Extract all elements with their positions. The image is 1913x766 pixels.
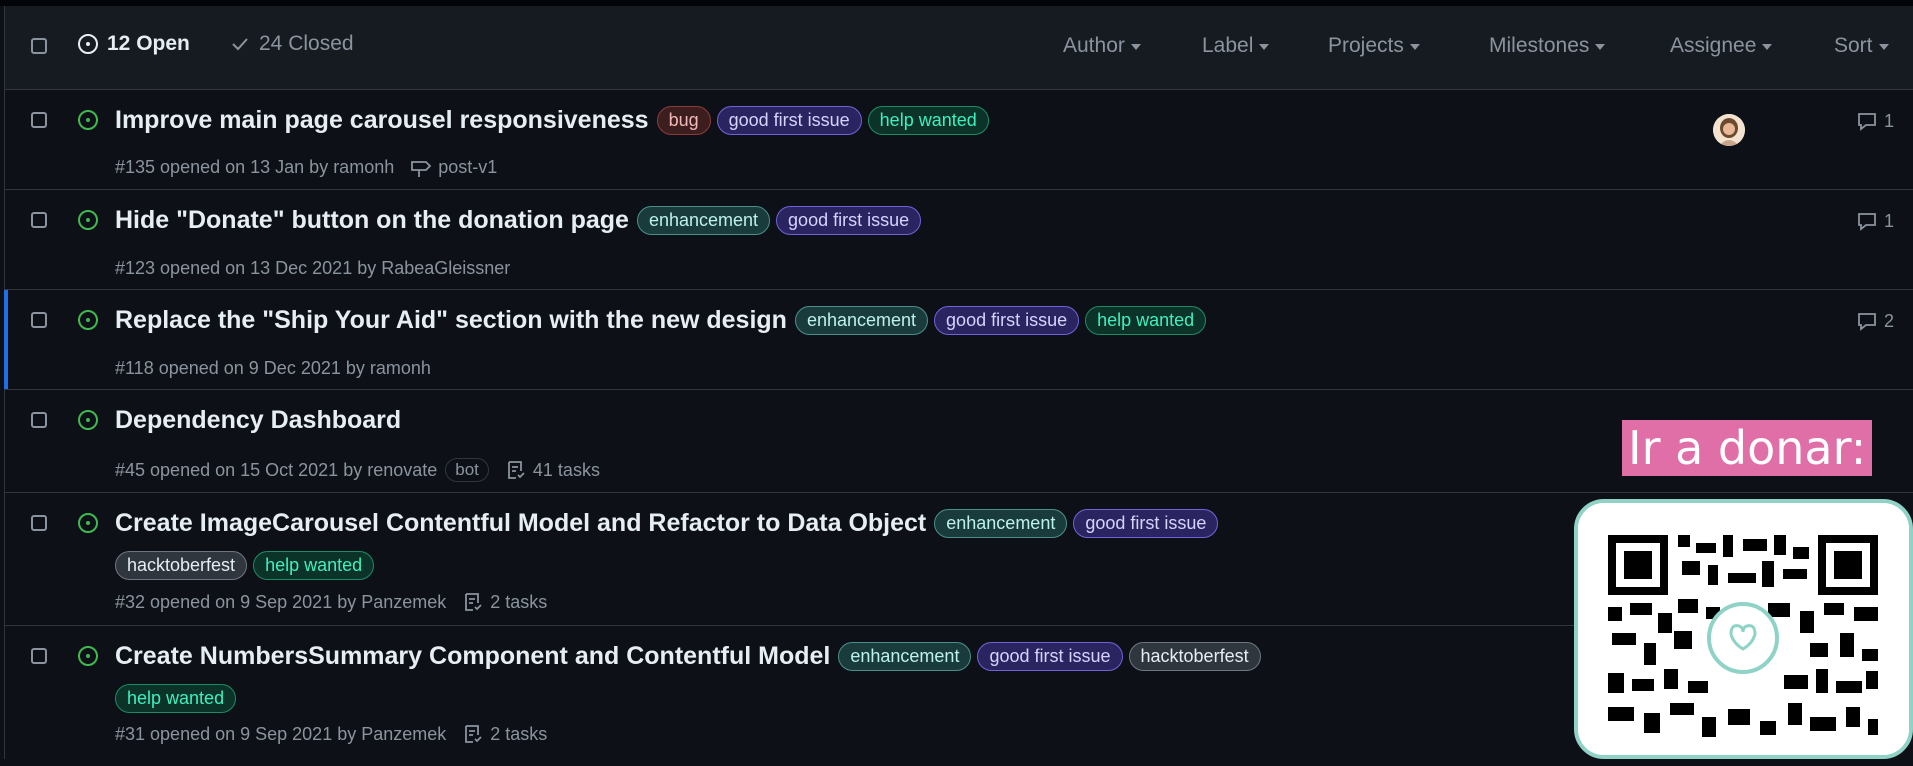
- label-filter[interactable]: Label: [1202, 34, 1270, 58]
- label-hacktoberfest[interactable]: hacktoberfest: [1128, 642, 1261, 671]
- label-enhancement[interactable]: enhancement: [838, 642, 972, 671]
- projects-filter[interactable]: Projects: [1328, 34, 1420, 58]
- avatar-image: [1713, 114, 1745, 146]
- issue-title-link[interactable]: Replace the "Ship Your Aid" section with…: [115, 306, 787, 335]
- qr-code-image: [1578, 503, 1909, 755]
- label-enhancement[interactable]: enhancement: [934, 509, 1068, 538]
- tasklist-icon: [508, 461, 525, 479]
- caret-down-icon: [1259, 44, 1270, 50]
- assignee-filter-label: Assignee: [1670, 34, 1757, 57]
- issue-checkbox[interactable]: [31, 648, 47, 664]
- tasks-label: 41 tasks: [532, 459, 600, 480]
- milestone-label: post-v1: [438, 157, 498, 177]
- comment-icon: [1858, 313, 1876, 331]
- closed-issues-tab[interactable]: 24 Closed: [229, 32, 354, 56]
- label-hacktoberfest[interactable]: hacktoberfest: [115, 551, 248, 580]
- issue-row[interactable]: Replace the "Ship Your Aid" section with…: [4, 290, 1913, 390]
- sort-filter-label: Sort: [1834, 34, 1873, 57]
- comment-count: 1: [1883, 210, 1894, 231]
- author-filter-label: Author: [1063, 34, 1125, 57]
- caret-down-icon: [1878, 44, 1889, 50]
- comment-icon: [1858, 213, 1876, 231]
- label-good-first-issue[interactable]: good first issue: [1073, 509, 1219, 538]
- issue-meta: #45 opened on 15 Oct 2021 by renovate: [115, 459, 438, 480]
- caret-down-icon: [1762, 44, 1773, 50]
- milestone-icon: [411, 160, 432, 177]
- label-help-wanted[interactable]: help wanted: [115, 684, 237, 713]
- issue-meta: #31 opened on 9 Sep 2021 by Panzemek: [115, 723, 447, 744]
- tasks-label: 2 tasks: [490, 723, 548, 744]
- issue-row[interactable]: Improve main page carousel responsivenes…: [5, 90, 1913, 190]
- tasks-indicator: 41 tasks: [505, 459, 600, 481]
- issue-meta: #32 opened on 9 Sep 2021 by Panzemek: [115, 591, 447, 612]
- issue-open-icon: [78, 110, 98, 130]
- issue-open-icon: [78, 210, 98, 230]
- tasks-indicator: 2 tasks: [462, 591, 547, 613]
- label-good-first-issue[interactable]: good first issue: [977, 642, 1123, 671]
- sort-filter[interactable]: Sort: [1834, 34, 1889, 58]
- issue-checkbox[interactable]: [31, 212, 47, 228]
- issue-title-link[interactable]: Create ImageCarousel Contentful Model an…: [115, 509, 926, 538]
- assignee-filter[interactable]: Assignee: [1670, 34, 1773, 58]
- issue-checkbox[interactable]: [31, 112, 47, 128]
- issue-open-icon: [78, 513, 98, 533]
- issue-meta: #118 opened on 9 Dec 2021 by ramonh: [115, 358, 431, 378]
- projects-filter-label: Projects: [1328, 34, 1404, 57]
- issue-title-link[interactable]: Dependency Dashboard: [115, 406, 401, 435]
- comments-link[interactable]: 2: [1856, 310, 1894, 332]
- donate-qr-code[interactable]: [1574, 499, 1913, 759]
- milestone-link[interactable]: post-v1: [410, 157, 497, 178]
- label-help-wanted[interactable]: help wanted: [867, 106, 989, 135]
- issues-header: 12 Open 24 Closed Author Label Projects …: [5, 6, 1913, 90]
- label-help-wanted[interactable]: help wanted: [253, 551, 375, 580]
- select-all-checkbox[interactable]: [31, 38, 47, 54]
- comment-count: 2: [1883, 310, 1894, 331]
- comment-icon: [1858, 113, 1876, 131]
- label-bug[interactable]: bug: [656, 106, 711, 135]
- milestones-filter-label: Milestones: [1489, 34, 1590, 57]
- issue-row[interactable]: Hide "Donate" button on the donation pag…: [5, 190, 1913, 290]
- issue-open-icon: [78, 646, 98, 666]
- tasks-label: 2 tasks: [490, 591, 548, 612]
- label-enhancement[interactable]: enhancement: [794, 306, 929, 335]
- comments-link[interactable]: 1: [1856, 210, 1894, 232]
- caret-down-icon: [1595, 44, 1606, 50]
- author-filter[interactable]: Author: [1063, 34, 1141, 58]
- issue-title-link[interactable]: Create NumbersSummary Component and Cont…: [115, 642, 830, 671]
- comments-link[interactable]: 1: [1856, 110, 1894, 132]
- assignee-avatar[interactable]: [1713, 114, 1745, 146]
- issue-title-link[interactable]: Improve main page carousel responsivenes…: [115, 106, 649, 135]
- issue-checkbox[interactable]: [31, 312, 47, 328]
- bot-badge: bot: [445, 458, 489, 482]
- issue-meta: #123 opened on 13 Dec 2021 by RabeaGleis…: [115, 258, 511, 278]
- issue-meta: #135 opened on 13 Jan by ramonh: [115, 157, 395, 177]
- milestones-filter[interactable]: Milestones: [1489, 34, 1606, 58]
- check-icon: [232, 38, 248, 51]
- label-filter-label: Label: [1202, 34, 1254, 57]
- label-good-first-issue[interactable]: good first issue: [716, 106, 862, 135]
- comment-count: 1: [1883, 110, 1894, 131]
- label-enhancement[interactable]: enhancement: [636, 206, 771, 235]
- label-good-first-issue[interactable]: good first issue: [776, 206, 922, 235]
- issue-opened-icon: [78, 34, 98, 54]
- issue-checkbox[interactable]: [31, 515, 47, 531]
- issue-open-icon: [78, 410, 98, 430]
- issue-title-link[interactable]: Hide "Donate" button on the donation pag…: [115, 206, 629, 235]
- open-issues-tab[interactable]: 12 Open: [77, 32, 190, 56]
- label-help-wanted[interactable]: help wanted: [1085, 306, 1207, 335]
- issue-open-icon: [78, 310, 98, 330]
- tasks-indicator: 2 tasks: [462, 723, 547, 745]
- tasklist-icon: [465, 725, 482, 743]
- caret-down-icon: [1130, 44, 1141, 50]
- label-good-first-issue[interactable]: good first issue: [934, 306, 1080, 335]
- open-count-label: 12 Open: [107, 32, 190, 55]
- caret-down-icon: [1409, 44, 1420, 50]
- donate-promo-label: Ir a donar:: [1622, 420, 1873, 476]
- closed-count-label: 24 Closed: [259, 32, 354, 55]
- issue-checkbox[interactable]: [31, 412, 47, 428]
- tasklist-icon: [465, 593, 482, 611]
